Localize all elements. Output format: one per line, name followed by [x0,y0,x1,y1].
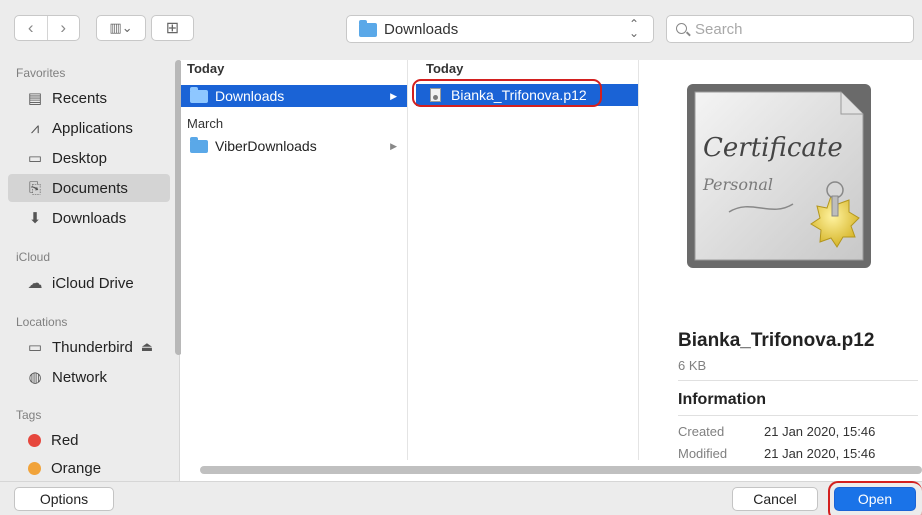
modified-label: Modified [678,446,728,461]
section-heading-march: March [187,116,224,131]
navigation-buttons: ‹ › [14,15,80,41]
disclosure-arrow-icon: ▶ [390,140,397,151]
desktop-icon: ▭ [27,150,43,167]
sidebar-item-label: Downloads [52,209,127,227]
sidebar-item-desktop[interactable]: ▭ Desktop [8,144,170,172]
updown-chevron-icon: ⌃ ⌄ [628,17,639,40]
sidebar-item-label: Recents [52,89,108,107]
new-folder-icon: ⊞ [165,20,180,37]
sidebar-item-label: Network [52,368,108,386]
column-divider[interactable] [638,60,639,460]
sidebar-heading-favorites: Favorites [16,66,66,80]
list-item-label: ViberDownloads [215,138,317,154]
sidebar-item-label: Red [51,431,79,449]
horizontal-scrollbar[interactable] [200,466,922,474]
section-heading-today: Today [426,61,464,76]
sidebar: Favorites ▤ Recents ⩘ Applications ▭ Des… [0,60,182,481]
divider [678,380,918,381]
sidebar-item-label: Thunderbird [52,338,133,356]
sidebar-item-label: iCloud Drive [52,274,134,292]
applications-icon: ⩘ [30,119,40,137]
section-heading-today: Today [187,61,225,76]
search-input[interactable] [695,19,905,39]
folder-icon [359,20,377,37]
information-heading: Information [678,391,766,408]
chevron-right-icon: › [60,18,67,37]
back-button[interactable]: ‹ [15,16,47,40]
folder-icon [190,136,208,153]
path-label: Downloads [384,21,459,38]
cloud-icon: ☁ [27,275,43,292]
eject-icon[interactable]: ⏏ [141,339,153,355]
sidebar-heading-locations: Locations [16,315,68,329]
list-item-viberdownloads[interactable]: ViberDownloads ▶ [181,135,407,157]
created-row: Created 21 Jan 2020, 15:46 [678,424,875,439]
list-item-label: Downloads [215,88,285,104]
sidebar-item-tag-orange[interactable]: Orange [8,456,170,480]
search-icon [676,23,687,34]
certificate-title-text: Certificate [703,133,843,163]
orange-tag-icon [28,461,41,475]
highlight-annotation [412,79,602,107]
sidebar-item-network[interactable]: ◍ Network [8,363,170,391]
folder-icon [190,86,208,103]
red-tag-icon [28,433,41,447]
options-button[interactable]: Options [14,487,114,511]
network-icon: ◍ [28,369,42,386]
sidebar-item-recents[interactable]: ▤ Recents [8,84,170,112]
recents-icon: ▤ [27,90,43,107]
modified-value: 21 Jan 2020, 15:46 [764,446,876,461]
created-value: 21 Jan 2020, 15:46 [764,424,876,439]
toolbar: ‹ › ▥⌄ ⊞ Downloads ⌃ ⌄ [0,0,922,60]
preview-pane: Certificate Personal Bianka_Trifonova.p1… [653,60,922,461]
sidebar-heading-tags: Tags [16,408,42,422]
disk-icon: ▭ [27,339,43,356]
column-browser-2: Today Bianka_Trifonova.p12 [408,60,638,460]
preview-filesize: 6 KB [678,358,707,373]
forward-button[interactable]: › [46,16,80,40]
sidebar-item-label: Applications [52,119,133,137]
new-folder-button[interactable]: ⊞ [151,15,194,41]
documents-icon: ⎘ [28,179,41,197]
preview-filename: Bianka_Trifonova.p12 [678,330,875,351]
sidebar-item-label: Orange [51,459,102,477]
view-mode-button[interactable]: ▥⌄ [96,15,146,41]
divider [678,415,918,416]
sidebar-item-documents[interactable]: ⎘ Documents [8,174,170,202]
sidebar-item-icloud-drive[interactable]: ☁ iCloud Drive [8,269,170,297]
bottom-bar: Options Cancel Open [0,481,922,515]
sidebar-heading-icloud: iCloud [16,250,51,264]
sidebar-item-downloads[interactable]: ⬇ Downloads [8,204,170,232]
chevron-left-icon: ‹ [27,18,34,37]
sidebar-item-label: Documents [52,179,128,197]
column-view-icon: ▥⌄ [109,20,133,35]
column-browser-1: Today Downloads ▶ March ViberDownloads ▶ [181,60,407,460]
search-field[interactable] [666,15,914,43]
created-label: Created [678,424,725,439]
sidebar-item-thunderbird[interactable]: ▭ Thunderbird ⏏ [8,333,170,361]
sidebar-item-tag-red[interactable]: Red [8,426,170,454]
list-item-downloads[interactable]: Downloads ▶ [181,85,407,107]
modified-row: Modified 21 Jan 2020, 15:46 [678,446,875,461]
sidebar-item-label: Desktop [52,149,108,167]
path-dropdown[interactable]: Downloads ⌃ ⌄ [346,15,654,43]
certificate-subtitle-text: Personal [702,175,773,194]
downloads-icon: ⬇ [28,210,42,227]
cancel-button[interactable]: Cancel [732,487,818,511]
highlight-annotation [828,481,922,515]
certificate-preview-icon: Certificate Personal [687,84,871,268]
sidebar-item-applications[interactable]: ⩘ Applications [8,114,170,142]
disclosure-arrow-icon: ▶ [390,90,397,101]
